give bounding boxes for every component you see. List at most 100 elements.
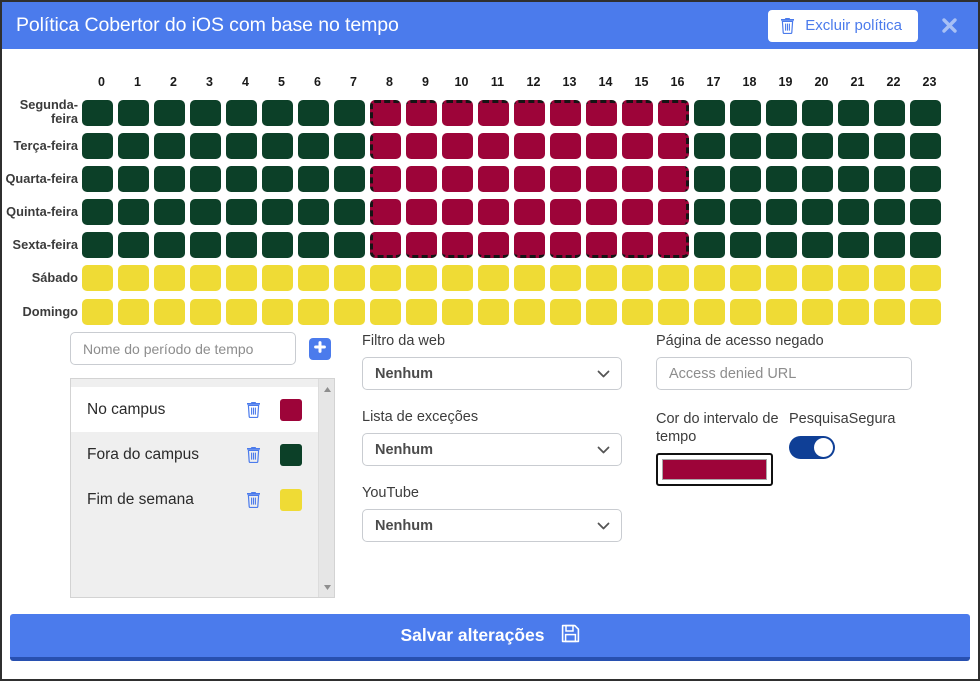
schedule-cell-5-19[interactable] [766,265,797,292]
schedule-cell-1-17[interactable] [694,132,725,159]
schedule-cell-0-14[interactable] [586,99,617,126]
schedule-cell-3-8[interactable] [370,199,401,226]
schedule-cell-2-2[interactable] [154,165,185,192]
schedule-cell-3-22[interactable] [874,199,905,226]
schedule-cell-2-14[interactable] [586,165,617,192]
schedule-cell-2-20[interactable] [802,165,833,192]
access-denied-url-input[interactable] [656,357,912,390]
schedule-cell-3-13[interactable] [550,199,581,226]
schedule-cell-2-5[interactable] [262,165,293,192]
schedule-cell-4-16[interactable] [658,232,689,259]
schedule-cell-0-23[interactable] [910,99,941,126]
schedule-cell-2-0[interactable] [82,165,113,192]
schedule-cell-1-10[interactable] [442,132,473,159]
schedule-cell-4-0[interactable] [82,232,113,259]
schedule-cell-1-23[interactable] [910,132,941,159]
schedule-cell-5-7[interactable] [334,265,365,292]
time-period-color-swatch[interactable] [280,398,302,421]
schedule-cell-4-1[interactable] [118,232,149,259]
schedule-cell-3-19[interactable] [766,199,797,226]
schedule-cell-0-18[interactable] [730,99,761,126]
schedule-cell-3-1[interactable] [118,199,149,226]
schedule-cell-0-3[interactable] [190,99,221,126]
exception-list-select[interactable]: Nenhum [362,433,622,466]
schedule-cell-1-15[interactable] [622,132,653,159]
schedule-cell-5-16[interactable] [658,265,689,292]
schedule-cell-5-6[interactable] [298,265,329,292]
time-period-color-swatch[interactable] [280,443,302,466]
safesearch-toggle[interactable] [789,436,835,459]
schedule-cell-0-0[interactable] [82,99,113,126]
schedule-cell-3-20[interactable] [802,199,833,226]
schedule-cell-1-22[interactable] [874,132,905,159]
schedule-cell-0-21[interactable] [838,99,869,126]
schedule-cell-0-10[interactable] [442,99,473,126]
schedule-cell-0-4[interactable] [226,99,257,126]
schedule-cell-5-21[interactable] [838,265,869,292]
schedule-cell-5-12[interactable] [514,265,545,292]
schedule-cell-1-13[interactable] [550,132,581,159]
schedule-cell-4-22[interactable] [874,232,905,259]
schedule-cell-3-18[interactable] [730,199,761,226]
schedule-cell-5-11[interactable] [478,265,509,292]
schedule-cell-3-9[interactable] [406,199,437,226]
triangle-down-icon[interactable] [319,580,334,594]
schedule-cell-3-23[interactable] [910,199,941,226]
time-period-list-scrollbar[interactable] [318,379,334,597]
schedule-cell-3-21[interactable] [838,199,869,226]
schedule-cell-0-9[interactable] [406,99,437,126]
schedule-cell-5-9[interactable] [406,265,437,292]
schedule-cell-1-16[interactable] [658,132,689,159]
schedule-cell-2-10[interactable] [442,165,473,192]
schedule-cell-5-0[interactable] [82,265,113,292]
schedule-cell-2-6[interactable] [298,165,329,192]
schedule-cell-4-15[interactable] [622,232,653,259]
schedule-cell-5-20[interactable] [802,265,833,292]
schedule-cell-0-13[interactable] [550,99,581,126]
schedule-cell-2-8[interactable] [370,165,401,192]
schedule-cell-1-4[interactable] [226,132,257,159]
schedule-cell-0-7[interactable] [334,99,365,126]
schedule-cell-0-22[interactable] [874,99,905,126]
schedule-cell-2-21[interactable] [838,165,869,192]
schedule-cell-3-2[interactable] [154,199,185,226]
schedule-cell-5-4[interactable] [226,265,257,292]
schedule-cell-0-5[interactable] [262,99,293,126]
schedule-cell-0-19[interactable] [766,99,797,126]
schedule-cell-2-11[interactable] [478,165,509,192]
schedule-cell-2-22[interactable] [874,165,905,192]
schedule-cell-2-13[interactable] [550,165,581,192]
schedule-cell-4-10[interactable] [442,232,473,259]
schedule-cell-5-18[interactable] [730,265,761,292]
schedule-cell-4-4[interactable] [226,232,257,259]
schedule-cell-5-13[interactable] [550,265,581,292]
schedule-cell-2-18[interactable] [730,165,761,192]
schedule-cell-0-1[interactable] [118,99,149,126]
schedule-cell-0-15[interactable] [622,99,653,126]
schedule-cell-2-15[interactable] [622,165,653,192]
schedule-cell-1-1[interactable] [118,132,149,159]
schedule-cell-4-23[interactable] [910,232,941,259]
schedule-cell-5-5[interactable] [262,265,293,292]
schedule-cell-0-2[interactable] [154,99,185,126]
schedule-cell-1-9[interactable] [406,132,437,159]
time-period-color-swatch[interactable] [280,488,302,511]
schedule-cell-1-0[interactable] [82,132,113,159]
schedule-cell-3-4[interactable] [226,199,257,226]
web-filter-select[interactable]: Nenhum [362,357,622,390]
schedule-cell-4-3[interactable] [190,232,221,259]
schedule-cell-1-7[interactable] [334,132,365,159]
schedule-cell-3-16[interactable] [658,199,689,226]
save-button[interactable]: Salvar alterações [10,614,970,661]
schedule-cell-2-7[interactable] [334,165,365,192]
schedule-cell-5-22[interactable] [874,265,905,292]
schedule-cell-2-3[interactable] [190,165,221,192]
schedule-cell-4-17[interactable] [694,232,725,259]
trash-icon[interactable] [238,491,268,508]
schedule-cell-0-17[interactable] [694,99,725,126]
schedule-cell-4-6[interactable] [298,232,329,259]
schedule-cell-0-16[interactable] [658,99,689,126]
schedule-cell-4-18[interactable] [730,232,761,259]
schedule-cell-0-12[interactable] [514,99,545,126]
schedule-cell-1-12[interactable] [514,132,545,159]
